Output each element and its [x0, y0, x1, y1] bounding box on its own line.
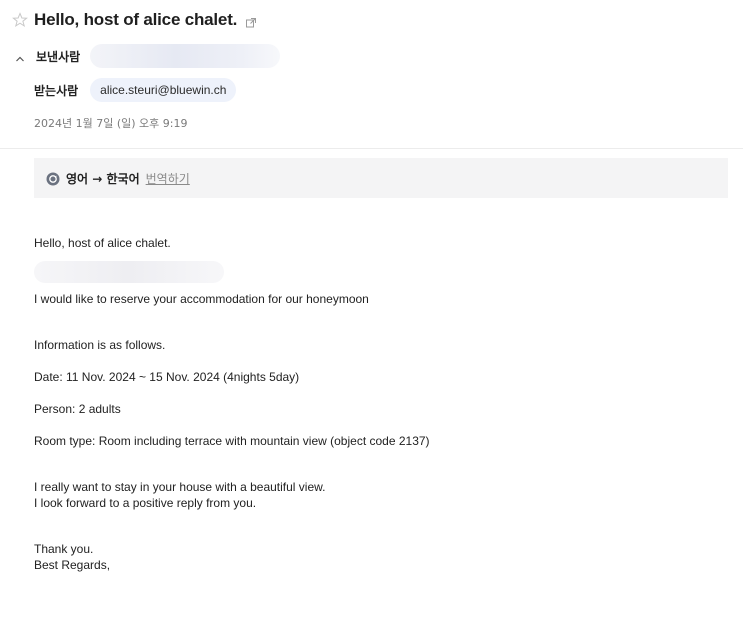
email-subject: Hello, host of alice chalet. — [34, 10, 238, 29]
body-greeting: Hello, host of alice chalet. — [34, 236, 171, 250]
body-redacted-line — [34, 261, 224, 283]
translate-icon — [46, 171, 60, 186]
external-link-icon[interactable] — [245, 14, 257, 28]
star-icon[interactable] — [12, 12, 28, 28]
header-divider — [0, 148, 743, 149]
email-view: Hello, host of alice chalet. 보낸사람 받는사람 a… — [0, 0, 743, 643]
recipient-chip[interactable]: alice.steuri@bluewin.ch — [90, 78, 237, 102]
sender-redacted — [90, 44, 281, 68]
body-closing-1: I really want to stay in your house with… — [34, 480, 326, 494]
body-room-line: Room type: Room including terrace with m… — [34, 434, 430, 448]
recipient-label: 받는사람 — [34, 83, 79, 98]
translate-bar: 영어 → 한국어 번역하기 — [34, 158, 728, 198]
translate-link[interactable]: 번역하기 — [146, 170, 190, 187]
recipient-row: 받는사람 alice.steuri@bluewin.ch — [34, 78, 237, 102]
chevron-up-icon[interactable] — [14, 50, 26, 62]
sender-row: 보낸사람 — [14, 44, 281, 68]
translate-languages: 영어 → 한국어 — [66, 171, 140, 186]
body-info-intro: Information is as follows. — [34, 338, 166, 352]
subject-row: Hello, host of alice chalet. — [12, 10, 257, 30]
body-regards: Best Regards, — [34, 558, 111, 572]
body-line: I would like to reserve your accommodati… — [34, 292, 369, 306]
sender-label: 보낸사람 — [36, 49, 81, 64]
body-thanks: Thank you. — [34, 542, 94, 556]
email-date: 2024년 1월 7일 (일) 오후 9:19 — [34, 117, 188, 130]
body-person-line: Person: 2 adults — [34, 402, 121, 416]
body-date-line: Date: 11 Nov. 2024 ~ 15 Nov. 2024 (4nigh… — [34, 370, 300, 384]
body-closing-2: I look forward to a positive reply from … — [34, 496, 257, 510]
email-body: Hello, host of alice chalet. I would lik… — [34, 235, 724, 573]
